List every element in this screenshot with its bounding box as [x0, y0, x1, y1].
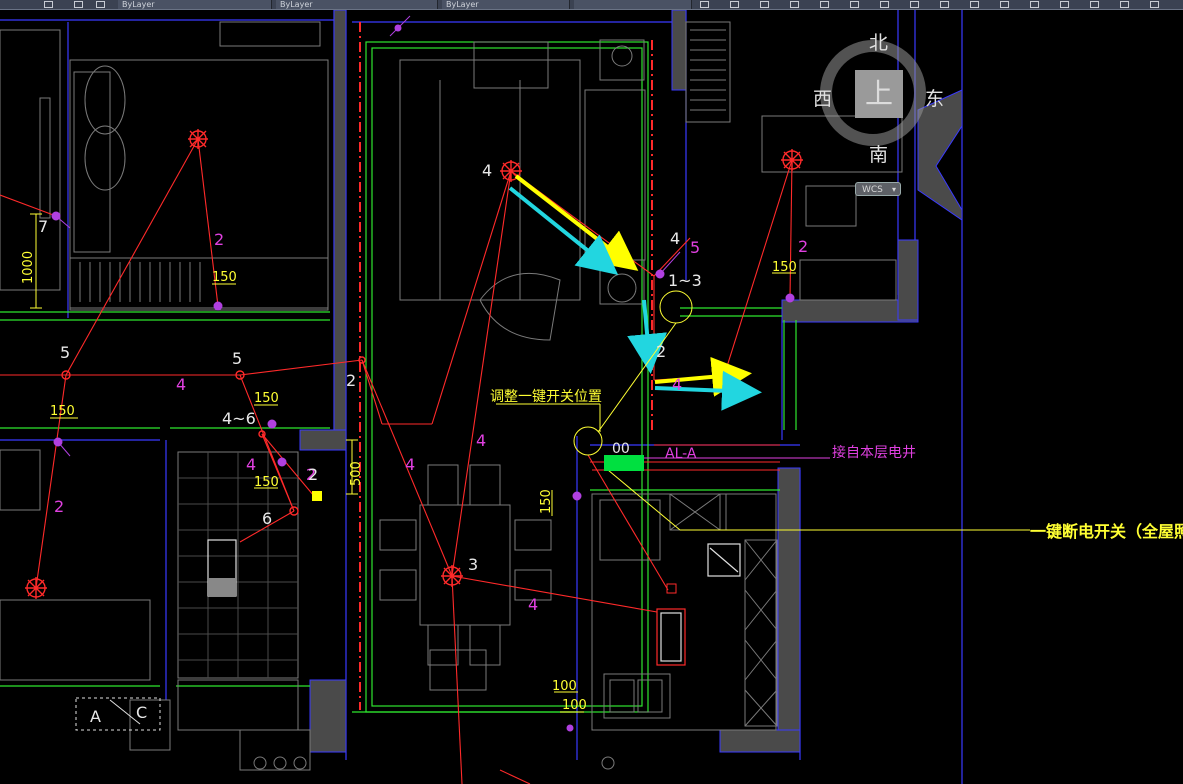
section-marker — [75, 697, 161, 731]
match-properties-icon[interactable] — [730, 1, 739, 8]
color-dropdown-label: ByLayer — [122, 0, 155, 9]
linetype-dropdown-label: ByLayer — [280, 0, 313, 9]
red-dashed-walls — [359, 22, 653, 710]
distribution-box[interactable] — [604, 455, 644, 471]
plotstyle-dropdown[interactable] — [574, 0, 692, 9]
dimension-value: 100 — [552, 679, 577, 694]
layer-freeze-icon[interactable] — [96, 1, 105, 8]
dimension-value: 150 — [254, 475, 279, 490]
circuit-number: 2 — [54, 497, 64, 516]
layer-walk-icon[interactable] — [820, 1, 829, 8]
switch-icon — [572, 491, 582, 501]
compass-south[interactable]: 南 — [869, 140, 888, 167]
circuit-number: 4~6 — [222, 409, 256, 428]
lineweight-dropdown[interactable]: ByLayer — [442, 0, 570, 9]
switch-icon — [213, 301, 223, 311]
layer-delete-icon[interactable] — [1060, 1, 1069, 8]
annotation-arrows — [508, 174, 762, 411]
label-c: C — [136, 703, 147, 722]
circuit-number: 2 — [308, 465, 318, 484]
viewcube[interactable]: 上 北 西 东 南 WCS ▾ — [808, 26, 948, 206]
layer-match-icon[interactable] — [940, 1, 949, 8]
one-key-switch-note: 一键断电开关（全屋照 — [1030, 522, 1183, 541]
ceiling-light-icon — [188, 129, 208, 149]
layer-lock-icon[interactable] — [74, 1, 83, 8]
label-a: A — [90, 707, 101, 726]
dimension-value: 150 — [254, 391, 279, 406]
area-icon[interactable] — [790, 1, 799, 8]
switch-icon — [277, 457, 287, 467]
circuit-number: 4 — [476, 431, 486, 450]
circuit-number: 4 — [246, 455, 256, 474]
circuit-number: 2 — [346, 371, 356, 390]
dimension-value: 150 — [539, 489, 554, 514]
ceiling-light-icon — [25, 577, 47, 599]
layer-copy-icon[interactable] — [1090, 1, 1099, 8]
compass-north[interactable]: 北 — [869, 28, 888, 55]
circuit-number: 3 — [468, 555, 478, 574]
layer-previous-icon[interactable] — [970, 1, 979, 8]
switch-icon — [785, 293, 795, 303]
circuit-number: 2 — [656, 342, 666, 361]
switch-box-small — [312, 491, 322, 501]
ceiling-light-icon — [441, 565, 463, 587]
layer-merge-icon[interactable] — [1030, 1, 1039, 8]
compass-west[interactable]: 西 — [813, 84, 832, 111]
circuit-number: 4 — [405, 455, 415, 474]
dimension-value: 100 — [562, 698, 587, 713]
adjust-switch-note: 调整一键开关位置 — [490, 389, 602, 405]
circuit-number: 5 — [60, 343, 70, 362]
viewcube-top-face[interactable]: 上 — [855, 70, 903, 118]
chevron-down-icon: ▾ — [891, 185, 896, 194]
layer-on-icon[interactable] — [910, 1, 919, 8]
circuit-number: 1~3 — [668, 271, 702, 290]
switch-icon — [267, 419, 277, 429]
circuit-number: 4 — [176, 375, 186, 394]
layer-unlock-all-icon[interactable] — [1150, 1, 1159, 8]
compass-east[interactable]: 东 — [925, 84, 944, 111]
al-a-label: AL-A — [665, 446, 697, 462]
circuit-number: 5 — [690, 238, 700, 257]
dimension-value: 1000 — [21, 251, 36, 284]
circuit-number: 4 — [482, 161, 492, 180]
layer-off-icon[interactable] — [880, 1, 889, 8]
circuit-number: 2 — [214, 230, 224, 249]
switches — [51, 15, 795, 732]
draw-order-icon[interactable] — [700, 1, 709, 8]
measure-icon[interactable] — [760, 1, 769, 8]
lineweight-dropdown-label: ByLayer — [446, 0, 479, 9]
layer-lock-all-icon[interactable] — [1120, 1, 1129, 8]
linetype-dropdown[interactable]: ByLayer — [276, 0, 438, 9]
kitchen-outlet — [666, 583, 677, 594]
circuit-number: 4 — [670, 229, 680, 248]
switch-icon — [566, 724, 574, 732]
circuit-number: 2 — [798, 237, 808, 256]
panel-grey-block — [208, 578, 236, 596]
drawing-canvas[interactable]: 2 5 2 4 4 4 4 4 2 2 4 4 4 1~3 2 3 5 5 2 … — [0, 10, 1183, 784]
layer-unisolate-icon[interactable] — [1000, 1, 1009, 8]
color-dropdown[interactable]: ByLayer — [118, 0, 272, 9]
dimension-value: 150 — [212, 270, 237, 285]
ceiling-light-icon — [781, 149, 803, 171]
furniture — [0, 21, 903, 771]
circuit-number: 6 — [262, 509, 272, 528]
circuit-number: 4 — [528, 595, 538, 614]
layer-state-icon[interactable] — [44, 1, 53, 8]
cad-property-toolbar: ByLayer ByLayer ByLayer — [0, 0, 1183, 10]
dimension-value: 150 — [772, 260, 797, 275]
wcs-label: WCS — [862, 185, 883, 195]
circuit-number: 7 — [38, 217, 48, 236]
circuit-number: 5 — [232, 349, 242, 368]
isolate-icon[interactable] — [850, 1, 859, 8]
dimension-value: 500 — [349, 461, 364, 486]
circuit-number: 4 — [672, 375, 682, 394]
box-code: 00 — [612, 441, 630, 457]
dimension-value: 150 — [50, 404, 75, 419]
from-shaft-note: 接自本层电井 — [832, 444, 916, 461]
wcs-dropdown[interactable]: WCS ▾ — [855, 182, 901, 196]
